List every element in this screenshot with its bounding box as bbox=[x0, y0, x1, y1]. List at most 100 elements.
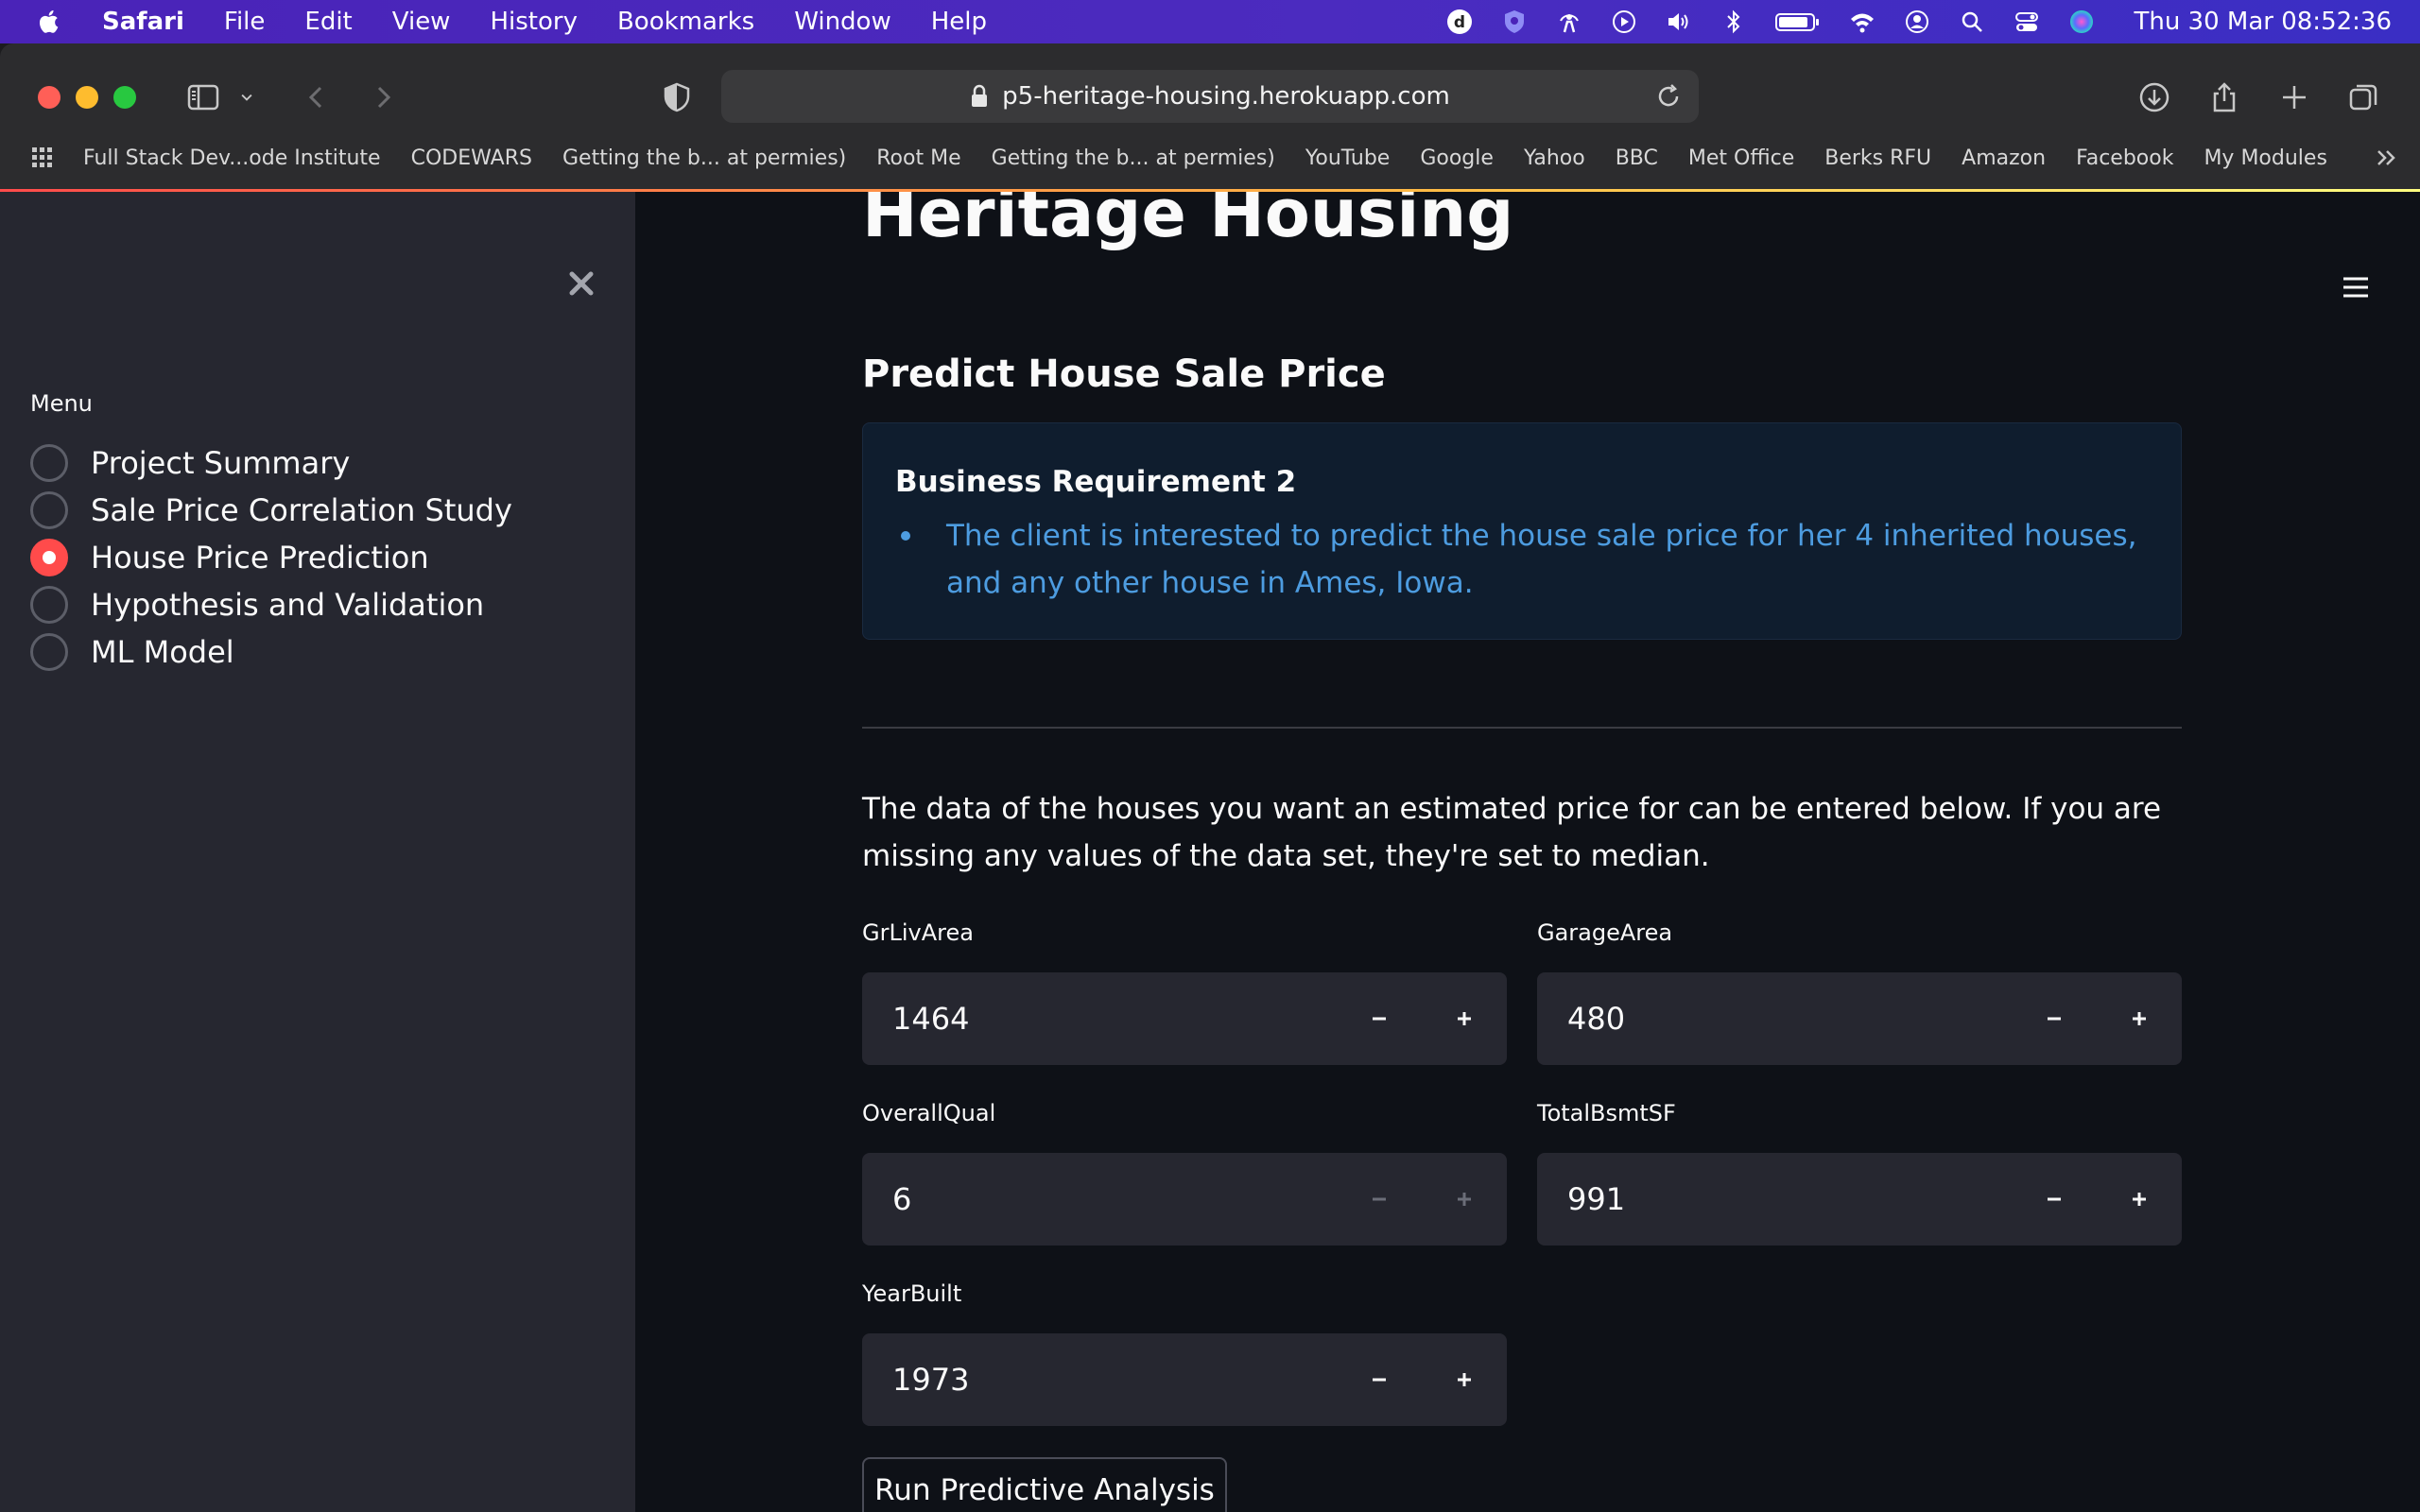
search-icon[interactable] bbox=[1956, 6, 1988, 38]
radio-button-selected[interactable] bbox=[30, 539, 68, 576]
bookmark-item[interactable]: Yahoo bbox=[1524, 146, 1585, 170]
radio-label: Hypothesis and Validation bbox=[91, 587, 485, 623]
section-subheader: Predict House Sale Price bbox=[862, 352, 1386, 396]
address-bar[interactable]: p5-heritage-housing.herokuapp.com bbox=[721, 70, 1699, 123]
bookmark-item[interactable]: YouTube bbox=[1305, 146, 1390, 170]
radio-label: Sale Price Correlation Study bbox=[91, 492, 512, 528]
bookmark-item[interactable]: Getting the b... at permies) bbox=[562, 146, 846, 170]
bookmarks-overflow-icon[interactable] bbox=[2373, 144, 2401, 172]
radio-button[interactable] bbox=[30, 633, 68, 671]
yearbuilt-input[interactable]: 1973 bbox=[892, 1362, 1337, 1398]
play-icon[interactable] bbox=[1608, 6, 1640, 38]
url-text: p5-heritage-housing.herokuapp.com bbox=[1002, 82, 1450, 111]
radio-label: House Price Prediction bbox=[91, 540, 429, 576]
info-bullet: The client is interested to predict the … bbox=[895, 512, 2149, 607]
lock-icon bbox=[972, 84, 988, 107]
forward-icon[interactable] bbox=[361, 76, 405, 119]
radio-option-ml-model[interactable]: ML Model bbox=[30, 628, 512, 676]
window-minimize-button[interactable] bbox=[76, 86, 98, 109]
new-tab-icon[interactable] bbox=[2273, 76, 2316, 119]
bookmark-item[interactable]: Root Me bbox=[876, 146, 960, 170]
menu-help[interactable]: Help bbox=[931, 8, 987, 36]
bookmark-item[interactable]: Berks RFU bbox=[1824, 146, 1931, 170]
d-app-icon[interactable]: d bbox=[1443, 6, 1476, 38]
bookmark-item[interactable]: Google bbox=[1420, 146, 1494, 170]
radio-option-project-summary[interactable]: Project Summary bbox=[30, 439, 512, 487]
chevron-down-icon[interactable] bbox=[233, 76, 261, 119]
shield-app-icon[interactable] bbox=[1498, 6, 1530, 38]
yearbuilt-label: YearBuilt bbox=[862, 1280, 962, 1307]
menu-view[interactable]: View bbox=[392, 8, 451, 36]
menu-window[interactable]: Window bbox=[794, 8, 891, 36]
decrement-button[interactable] bbox=[2012, 1153, 2097, 1246]
control-center-icon[interactable] bbox=[2011, 6, 2043, 38]
radio-option-sale-price-correlation-study[interactable]: Sale Price Correlation Study bbox=[30, 487, 512, 534]
bookmark-item[interactable]: My Modules bbox=[2204, 146, 2326, 170]
wifi-icon[interactable] bbox=[1846, 6, 1878, 38]
bookmark-item[interactable]: CODEWARS bbox=[411, 146, 532, 170]
menu-file[interactable]: File bbox=[224, 8, 266, 36]
radio-button[interactable] bbox=[30, 491, 68, 529]
grlivarea-label: GrLivArea bbox=[862, 919, 974, 946]
intro-text: The data of the houses you want an estim… bbox=[862, 792, 2162, 873]
radio-button[interactable] bbox=[30, 586, 68, 624]
decrement-button[interactable] bbox=[1337, 972, 1422, 1065]
radio-dot bbox=[43, 551, 56, 564]
increment-button[interactable] bbox=[1422, 1153, 1507, 1246]
bookmark-item[interactable]: Met Office bbox=[1688, 146, 1794, 170]
apple-logo-icon[interactable] bbox=[36, 8, 64, 36]
volume-icon[interactable] bbox=[1663, 6, 1695, 38]
radio-button[interactable] bbox=[30, 444, 68, 482]
menu-app-name[interactable]: Safari bbox=[102, 8, 184, 36]
totalbsmtsf-label: TotalBsmtSF bbox=[1537, 1100, 1676, 1126]
decrement-button[interactable] bbox=[2012, 972, 2097, 1065]
window-close-button[interactable] bbox=[38, 86, 60, 109]
increment-button[interactable] bbox=[2097, 972, 2182, 1065]
app-sidebar: Menu Project Summary Sale Price Correlat… bbox=[0, 192, 635, 1512]
reload-icon[interactable] bbox=[1653, 81, 1684, 112]
close-icon[interactable] bbox=[565, 267, 597, 300]
hamburger-menu-icon[interactable] bbox=[2340, 273, 2372, 301]
favourites-grid-icon[interactable] bbox=[28, 144, 57, 172]
menu-history[interactable]: History bbox=[490, 8, 578, 36]
increment-button[interactable] bbox=[1422, 1333, 1507, 1426]
bookmark-item[interactable]: BBC bbox=[1616, 146, 1658, 170]
overallqual-input[interactable]: 6 bbox=[892, 1181, 1337, 1217]
menu-bookmarks[interactable]: Bookmarks bbox=[617, 8, 754, 36]
downloads-icon[interactable] bbox=[2133, 76, 2176, 119]
menu-label: Menu bbox=[30, 390, 93, 417]
grlivarea-stepper: 1464 bbox=[862, 972, 1507, 1065]
decrement-button[interactable] bbox=[1337, 1153, 1422, 1246]
tab-overview-icon[interactable] bbox=[2342, 76, 2386, 119]
privacy-shield-icon[interactable] bbox=[655, 76, 699, 119]
run-predictive-analysis-button[interactable]: Run Predictive Analysis bbox=[862, 1457, 1227, 1512]
menu-edit[interactable]: Edit bbox=[304, 8, 352, 36]
radio-option-hypothesis-and-validation[interactable]: Hypothesis and Validation bbox=[30, 581, 512, 628]
window-maximize-button[interactable] bbox=[113, 86, 136, 109]
bluetooth-icon[interactable] bbox=[1718, 6, 1750, 38]
increment-button[interactable] bbox=[2097, 1153, 2182, 1246]
bookmark-item[interactable]: Full Stack Dev...ode Institute bbox=[83, 146, 381, 170]
person-app-icon[interactable] bbox=[1553, 6, 1585, 38]
browser-toolbar: p5-heritage-housing.herokuapp.com Full S… bbox=[0, 43, 2420, 191]
clock[interactable]: Thu 30 Mar 08:52:36 bbox=[2134, 8, 2392, 36]
radio-label: Project Summary bbox=[91, 445, 351, 481]
bookmark-item[interactable]: Amazon bbox=[1962, 146, 2046, 170]
back-icon[interactable] bbox=[295, 76, 338, 119]
bookmark-item[interactable]: Facebook bbox=[2076, 146, 2173, 170]
garagearea-input[interactable]: 480 bbox=[1567, 1001, 2012, 1037]
garagearea-stepper: 480 bbox=[1537, 972, 2182, 1065]
siri-icon[interactable] bbox=[2066, 6, 2098, 38]
user-icon[interactable] bbox=[1901, 6, 1933, 38]
decrement-button[interactable] bbox=[1337, 1333, 1422, 1426]
share-icon[interactable] bbox=[2203, 76, 2246, 119]
increment-button[interactable] bbox=[1422, 972, 1507, 1065]
radio-option-house-price-prediction[interactable]: House Price Prediction bbox=[30, 534, 512, 581]
page-radio-group: Project Summary Sale Price Correlation S… bbox=[30, 439, 512, 676]
bookmark-item[interactable]: Getting the b... at permies) bbox=[992, 146, 1275, 170]
svg-text:d: d bbox=[1454, 13, 1465, 32]
totalbsmtsf-input[interactable]: 991 bbox=[1567, 1181, 2012, 1217]
sidebar-toggle-icon[interactable] bbox=[182, 76, 225, 119]
battery-icon[interactable] bbox=[1772, 6, 1824, 38]
grlivarea-input[interactable]: 1464 bbox=[892, 1001, 1337, 1037]
